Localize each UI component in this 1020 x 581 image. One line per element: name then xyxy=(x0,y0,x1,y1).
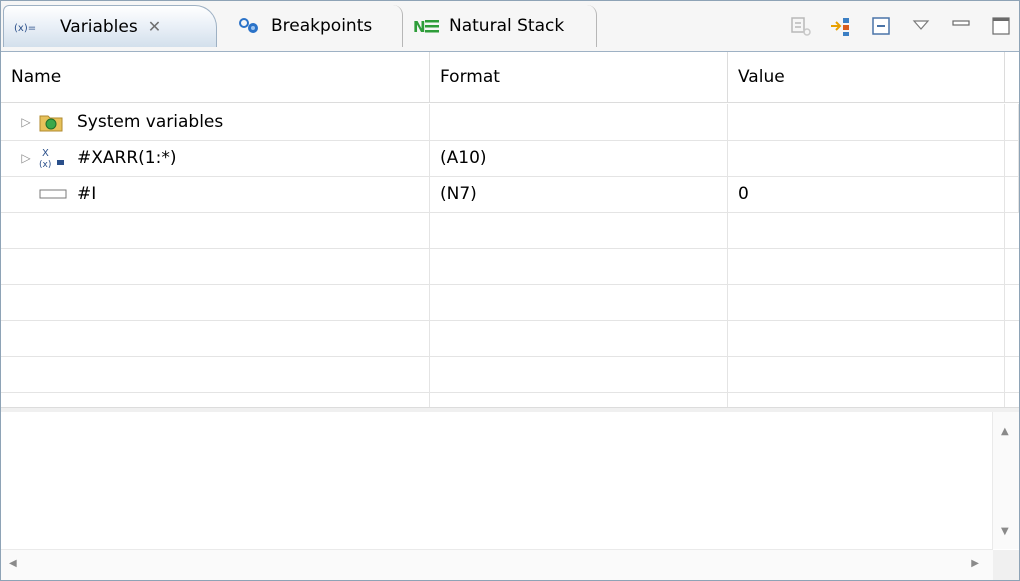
name-cell: #I xyxy=(1,176,430,212)
empty-cell xyxy=(430,212,728,248)
empty-cell xyxy=(728,320,1005,356)
table-row[interactable]: ▷ X (x) #XARR(1:*) (A10) xyxy=(1,140,1019,177)
empty-cell xyxy=(728,284,1005,320)
scalar-variable-icon xyxy=(39,187,69,201)
natural-stack-icon: N xyxy=(413,17,441,35)
array-variable-icon: X (x) xyxy=(39,146,69,170)
value-cell[interactable] xyxy=(728,140,1005,176)
format-cell: (N7) xyxy=(430,176,728,212)
empty-cell xyxy=(728,392,1005,407)
svg-text:N: N xyxy=(413,18,426,35)
folder-icon xyxy=(39,112,69,132)
empty-cell xyxy=(728,212,1005,248)
tab-variables[interactable]: (x)= Variables ✕ xyxy=(3,5,217,47)
variable-name: #I xyxy=(77,184,97,204)
variables-table: Name Format Value ▷ System variables ▷ X… xyxy=(1,52,1019,407)
maximize-icon[interactable] xyxy=(989,14,1013,38)
tab-breakpoints[interactable]: Breakpoints xyxy=(227,5,403,47)
view-toolbar xyxy=(789,9,1013,43)
close-icon[interactable]: ✕ xyxy=(148,17,161,36)
variable-name: System variables xyxy=(77,112,224,132)
format-cell: (A10) xyxy=(430,140,728,176)
empty-cell xyxy=(430,392,728,407)
breakpoints-icon xyxy=(237,17,263,35)
tab-natural-stack-label: Natural Stack xyxy=(449,16,565,36)
empty-cell xyxy=(430,248,728,284)
variable-name: #XARR(1:*) xyxy=(77,148,177,168)
empty-row xyxy=(1,356,1019,393)
empty-row xyxy=(1,212,1019,249)
value-cell[interactable] xyxy=(728,104,1005,140)
row-filler xyxy=(1005,176,1019,212)
row-filler xyxy=(1005,140,1019,176)
scroll-right-icon[interactable]: ▶ xyxy=(971,558,979,569)
empty-cell xyxy=(1,320,430,356)
column-header-value[interactable]: Value xyxy=(728,52,1005,102)
scroll-down-icon[interactable]: ▼ xyxy=(1001,526,1009,537)
collapse-all-icon[interactable] xyxy=(869,14,893,38)
empty-row xyxy=(1,284,1019,321)
expand-arrow-icon[interactable]: ▷ xyxy=(13,140,39,176)
add-watch-expression-icon[interactable] xyxy=(829,14,853,38)
empty-row xyxy=(1,248,1019,285)
column-header-filler xyxy=(1005,52,1019,102)
name-cell: ▷ X (x) #XARR(1:*) xyxy=(1,140,430,176)
row-filler xyxy=(1005,104,1019,140)
scrollbar-corner xyxy=(993,550,1019,580)
empty-cell xyxy=(1,248,430,284)
table-header: Name Format Value xyxy=(1,52,1019,103)
svg-text:(x)=: (x)= xyxy=(14,23,36,34)
svg-text:X: X xyxy=(42,148,49,159)
name-cell: ▷ System variables xyxy=(1,104,430,140)
format-cell xyxy=(430,104,728,140)
horizontal-scrollbar[interactable]: ◀ ▶ xyxy=(1,549,993,580)
minimize-icon[interactable] xyxy=(949,14,973,38)
table-row[interactable]: #I (N7) 0 xyxy=(1,176,1019,213)
view-menu-icon[interactable] xyxy=(909,14,933,38)
tab-natural-stack[interactable]: N Natural Stack xyxy=(403,5,597,47)
empty-cell xyxy=(1,212,430,248)
empty-row xyxy=(1,320,1019,357)
column-header-format[interactable]: Format xyxy=(430,52,728,102)
value-cell[interactable]: 0 xyxy=(728,176,1005,212)
vertical-scrollbar[interactable]: ▲ ▼ xyxy=(992,412,1019,549)
tab-breakpoints-label: Breakpoints xyxy=(271,16,373,36)
variables-icon: (x)= xyxy=(14,19,52,35)
empty-cell xyxy=(1,392,430,407)
empty-cell xyxy=(1,284,430,320)
table-row[interactable]: ▷ System variables xyxy=(1,104,1019,141)
variables-view: (x)= Variables ✕ Breakpoints N Natural S… xyxy=(0,0,1020,581)
empty-cell xyxy=(1,356,430,392)
svg-text:(x): (x) xyxy=(39,160,51,170)
view-tab-bar: (x)= Variables ✕ Breakpoints N Natural S… xyxy=(1,1,1019,52)
tab-variables-label: Variables xyxy=(60,16,138,37)
scroll-left-icon[interactable]: ◀ xyxy=(9,558,17,569)
empty-cell xyxy=(728,356,1005,392)
show-type-names-icon[interactable] xyxy=(789,14,813,38)
empty-row xyxy=(1,392,1019,407)
empty-cell xyxy=(430,284,728,320)
scroll-up-icon[interactable]: ▲ xyxy=(1001,426,1009,437)
empty-cell xyxy=(430,320,728,356)
detail-pane[interactable]: ▲ ▼ ◀ ▶ xyxy=(1,412,1019,580)
expand-arrow-icon[interactable]: ▷ xyxy=(13,104,39,140)
empty-cell xyxy=(430,356,728,392)
empty-cell xyxy=(728,248,1005,284)
column-header-name[interactable]: Name xyxy=(1,52,430,102)
